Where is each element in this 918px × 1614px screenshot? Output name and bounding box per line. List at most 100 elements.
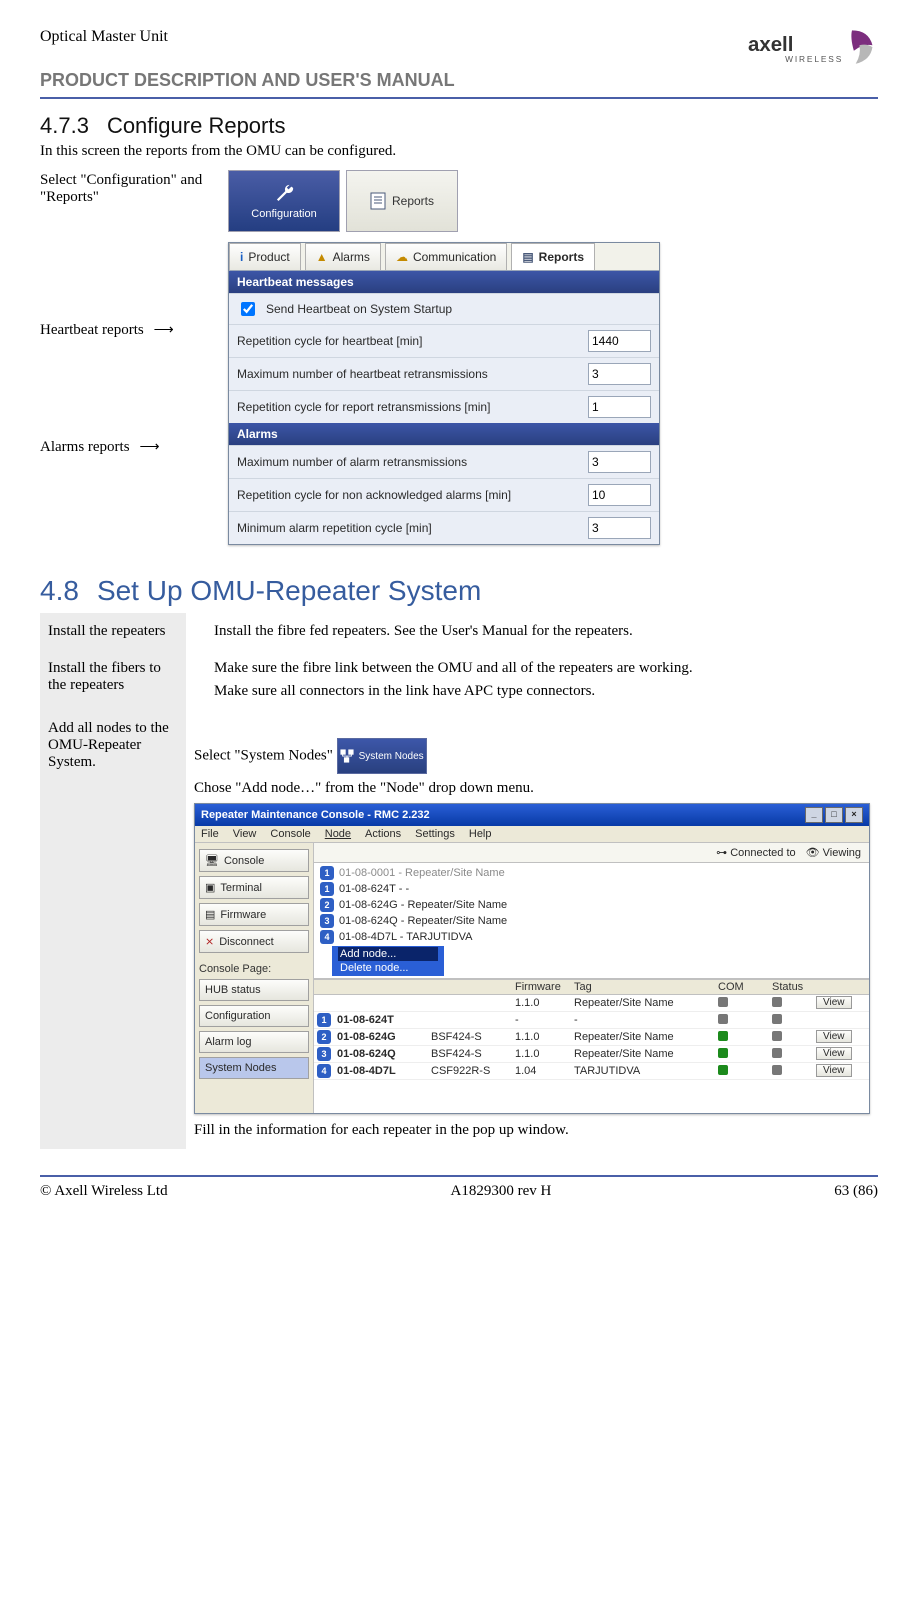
side-label: HUB status xyxy=(205,984,261,996)
svg-text:WIRELESS: WIRELESS xyxy=(785,54,843,64)
view-button[interactable]: View xyxy=(816,1030,852,1043)
cell-tag: Repeater/Site Name xyxy=(574,1031,714,1043)
tab-reports[interactable]: ▤Reports xyxy=(511,243,595,270)
arrow-right-icon: ⟶ xyxy=(148,322,174,339)
heading-4-7-3: 4.7.3Configure Reports xyxy=(40,113,878,139)
alarms-reports-text: Alarms reports xyxy=(40,439,130,456)
screenshot-config-reports-buttons: Configuration Reports xyxy=(228,170,458,232)
configuration-button[interactable]: Configuration xyxy=(228,170,340,232)
menu-console[interactable]: Console xyxy=(270,828,310,840)
reports-button-label: Reports xyxy=(392,194,434,208)
menu-settings[interactable]: Settings xyxy=(415,828,455,840)
table-row: 101-08-624T-- xyxy=(314,1012,869,1029)
node-number-badge: 3 xyxy=(317,1047,331,1061)
cell-tag: - xyxy=(574,1014,714,1026)
system-nodes-button[interactable]: System Nodes xyxy=(337,738,427,774)
node-list-item[interactable]: 1 01-08-624T - - xyxy=(318,881,865,897)
bell-icon: ▲ xyxy=(316,250,328,264)
node-number-badge: 1 xyxy=(320,866,334,880)
footer-center: A1829300 rev H xyxy=(451,1183,552,1200)
node-list-item[interactable]: 301-08-624Q - Repeater/Site Name xyxy=(318,913,865,929)
menu-actions[interactable]: Actions xyxy=(365,828,401,840)
node-list-item[interactable]: 1 01-08-0001 - Repeater/Site Name xyxy=(318,865,865,881)
side-alarm-log[interactable]: Alarm log xyxy=(199,1031,309,1053)
cell-com xyxy=(718,1031,768,1044)
node-list-item[interactable]: 201-08-624G - Repeater/Site Name xyxy=(318,897,865,913)
led-icon xyxy=(718,997,728,1007)
doc-title-line2: PRODUCT DESCRIPTION AND USER'S MANUAL xyxy=(40,70,878,91)
led-icon xyxy=(772,1031,782,1041)
side-label: Terminal xyxy=(220,882,262,894)
node-list-text: 01-08-624Q - Repeater/Site Name xyxy=(339,915,507,927)
side-system-nodes[interactable]: System Nodes xyxy=(199,1057,309,1079)
rmc-menubar: File View Console Node Actions Settings … xyxy=(195,826,869,843)
tab-communication[interactable]: ☁Communication xyxy=(385,243,507,270)
side-terminal[interactable]: ▣Terminal xyxy=(199,876,309,899)
input-al-min-rep[interactable] xyxy=(588,517,651,539)
side-hub-status[interactable]: HUB status xyxy=(199,979,309,1001)
maximize-button[interactable]: □ xyxy=(825,807,843,823)
nodes-icon xyxy=(340,749,354,763)
side-disconnect[interactable]: ⨯Disconnect xyxy=(199,930,309,953)
checkbox-send-heartbeat[interactable] xyxy=(241,302,255,316)
row-hb-max-retrans: Maximum number of heartbeat retransmissi… xyxy=(229,357,659,390)
side-label: Console xyxy=(224,855,264,867)
step3-body-b: Chose "Add node…" from the "Node" drop d… xyxy=(194,780,870,797)
node-number-badge: 1 xyxy=(320,882,334,896)
minimize-button[interactable]: _ xyxy=(805,807,823,823)
label-send-heartbeat: Send Heartbeat on System Startup xyxy=(266,302,651,316)
cell-model: CSF922R-S xyxy=(431,1065,511,1077)
menu-help[interactable]: Help xyxy=(469,828,492,840)
brand-logo: axell WIRELESS xyxy=(748,28,878,68)
side-firmware[interactable]: ▤Firmware xyxy=(199,903,309,926)
tab-alarms[interactable]: ▲Alarms xyxy=(305,243,381,270)
footer-right: 63 (86) xyxy=(834,1183,878,1200)
step1-label: Install the repeaters xyxy=(40,613,186,650)
input-hb-max-retrans[interactable] xyxy=(588,363,651,385)
tab-product[interactable]: iProduct xyxy=(229,243,301,270)
view-button[interactable]: View xyxy=(816,1047,852,1060)
input-al-max-retrans[interactable] xyxy=(588,451,651,473)
close-button[interactable]: × xyxy=(845,807,863,823)
alarms-reports-label: Alarms reports ⟶ xyxy=(40,439,220,456)
side-console[interactable]: 🖥Console xyxy=(199,849,309,872)
table-row: 1.1.0Repeater/Site NameView xyxy=(314,995,869,1012)
node-dropdown: Add node... Delete node... xyxy=(332,946,444,976)
menu-file[interactable]: File xyxy=(201,828,219,840)
col-com: COM xyxy=(718,981,768,993)
doc-title-line1: Optical Master Unit xyxy=(40,28,168,46)
side-configuration[interactable]: Configuration xyxy=(199,1005,309,1027)
node-number-badge: 4 xyxy=(317,1064,331,1078)
cell-status xyxy=(772,1014,812,1027)
dd-add-node[interactable]: Add node... xyxy=(338,947,438,961)
led-icon xyxy=(772,997,782,1007)
node-list-text: 01-08-0001 - Repeater/Site Name xyxy=(339,867,505,879)
led-icon xyxy=(718,1031,728,1041)
cloud-icon: ☁ xyxy=(396,250,408,264)
view-button[interactable]: View xyxy=(816,1064,852,1077)
heading-number: 4.7.3 xyxy=(40,113,89,138)
dd-delete-node[interactable]: Delete node... xyxy=(338,961,438,975)
node-list-text: 01-08-624T - - xyxy=(339,883,409,895)
step3-body-a-pre: Select "System Nodes" xyxy=(194,747,337,763)
input-al-rep-non-ack[interactable] xyxy=(588,484,651,506)
node-list-text: 01-08-624G - Repeater/Site Name xyxy=(339,899,507,911)
view-button[interactable]: View xyxy=(816,996,852,1009)
menu-node[interactable]: Node xyxy=(325,828,351,840)
section-heartbeat-messages: Heartbeat messages xyxy=(229,271,659,293)
input-hb-rep-cycle[interactable] xyxy=(588,330,651,352)
reports-button[interactable]: Reports xyxy=(346,170,458,232)
node-list-item[interactable]: 401-08-4D7L - TARJUTIDVA xyxy=(318,929,865,945)
input-hb-rep-retrans[interactable] xyxy=(588,396,651,418)
menu-view[interactable]: View xyxy=(233,828,257,840)
configuration-button-label: Configuration xyxy=(251,208,316,220)
table-row: 201-08-624GBSF424-S1.1.0Repeater/Site Na… xyxy=(314,1029,869,1046)
node-number-badge: 4 xyxy=(320,930,334,944)
cell-id: 01-08-624Q xyxy=(337,1048,427,1060)
plug-icon: ⨯ xyxy=(205,935,214,948)
led-icon xyxy=(772,1014,782,1024)
cell-tag: Repeater/Site Name xyxy=(574,1048,714,1060)
led-icon xyxy=(718,1048,728,1058)
label-al-rep-non-ack: Repetition cycle for non acknowledged al… xyxy=(237,488,580,502)
system-nodes-button-label: System Nodes xyxy=(359,751,424,762)
